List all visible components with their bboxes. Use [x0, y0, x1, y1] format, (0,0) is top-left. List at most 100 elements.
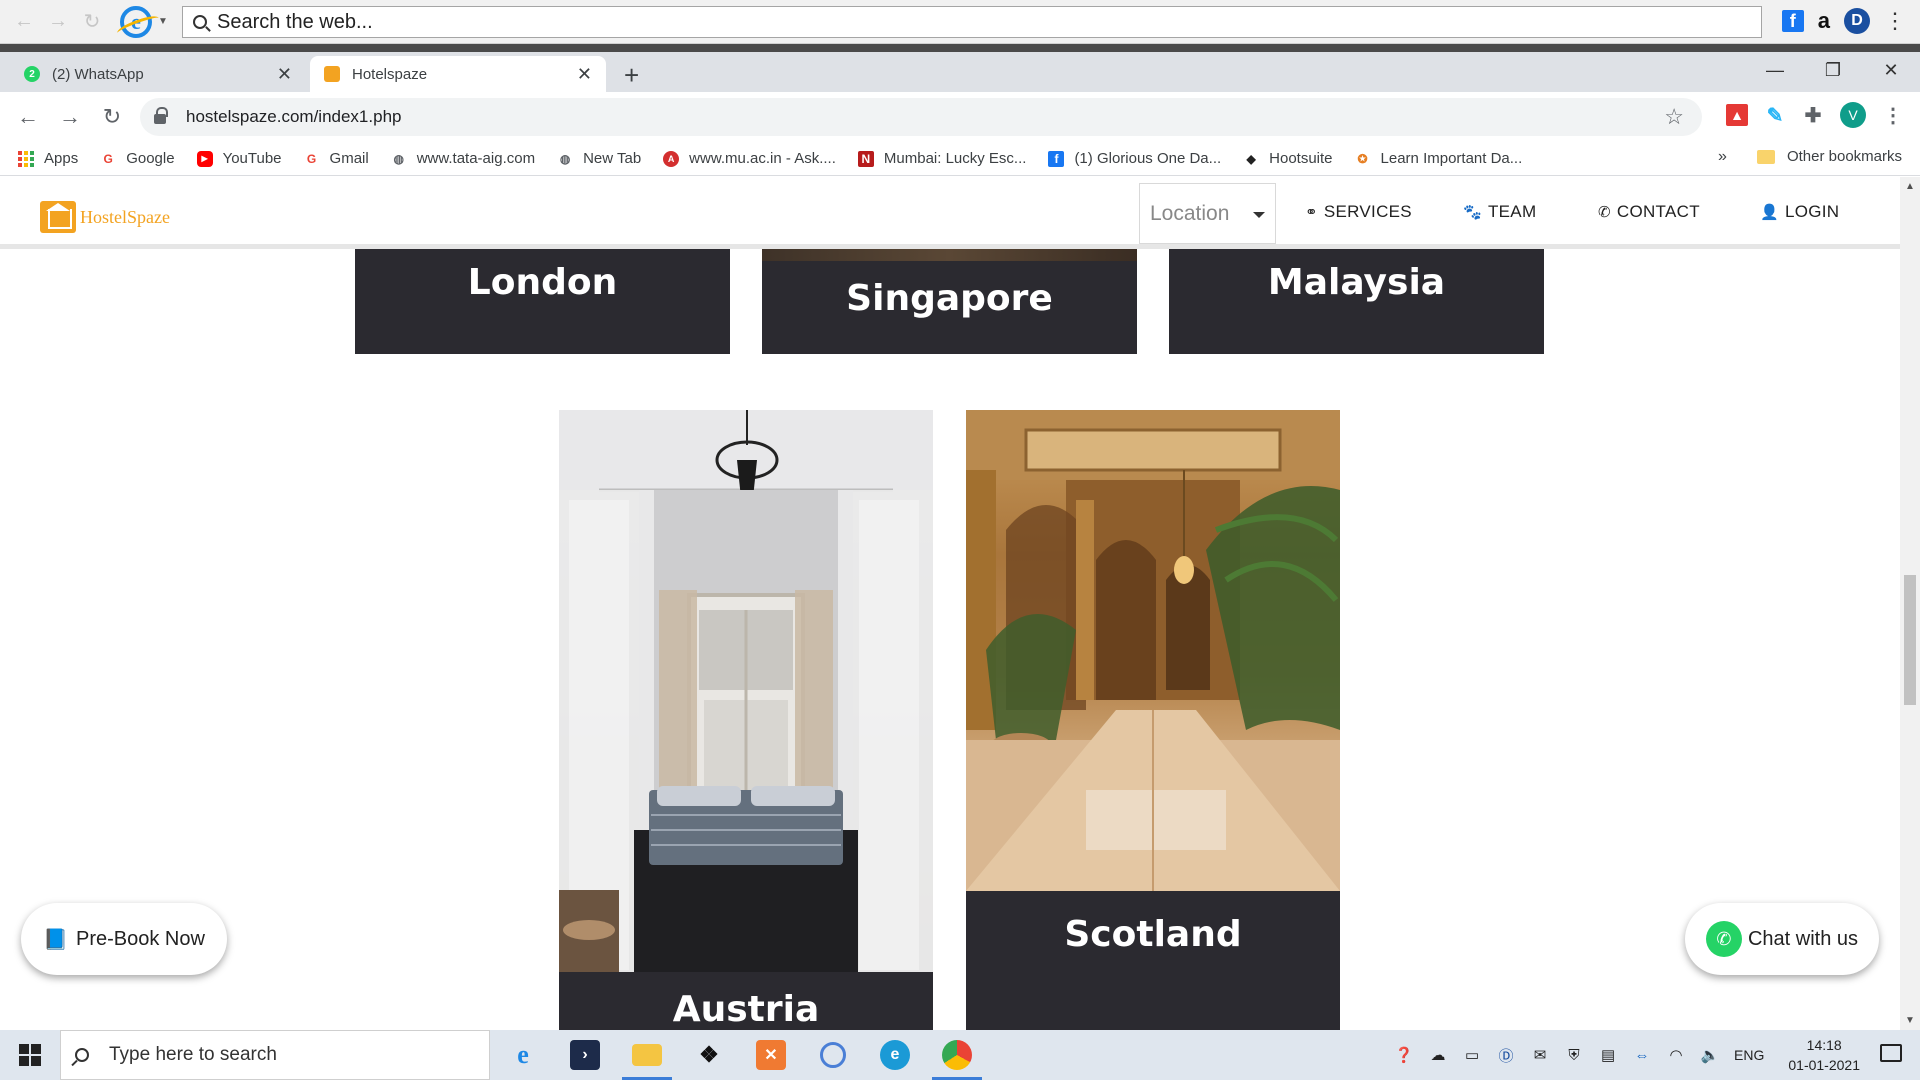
destination-card-malaysia[interactable]: Malaysia — [1169, 242, 1544, 354]
bookmark-label: YouTube — [222, 150, 282, 167]
bookmarks-overflow-icon[interactable]: » — [1718, 148, 1727, 166]
more-menu-icon[interactable]: ⋮ — [1884, 8, 1906, 34]
nav-services[interactable]: ⚭ SERVICES — [1305, 202, 1412, 222]
bookmarks-bar: Apps G Google ▶ YouTube G Gmail ◍ www.ta… — [0, 142, 1920, 176]
handshake-icon: ⚭ — [1305, 204, 1318, 221]
taskbar-search-input[interactable]: Type here to search — [60, 1030, 490, 1080]
destination-card-singapore[interactable]: Singapore — [762, 261, 1137, 354]
battery-icon[interactable]: ▭ — [1462, 1045, 1482, 1065]
tab-whatsapp[interactable]: 2 (2) WhatsApp ✕ — [10, 56, 306, 92]
lock-icon — [154, 107, 168, 124]
back-arrow-icon[interactable]: ← — [14, 10, 34, 33]
mail-icon[interactable]: ✉ — [1530, 1045, 1550, 1065]
taskbar-chrome[interactable] — [926, 1030, 988, 1080]
search-icon — [193, 15, 207, 29]
bookmark-gmail[interactable]: G Gmail — [304, 150, 369, 167]
notification-center-icon[interactable] — [1880, 1044, 1902, 1062]
bookmark-google[interactable]: G Google — [100, 150, 175, 167]
profile-avatar[interactable]: V — [1840, 102, 1866, 128]
forward-arrow-icon[interactable]: → — [48, 10, 68, 33]
minimize-icon[interactable]: — — [1746, 52, 1804, 88]
restore-icon[interactable]: ❐ — [1804, 52, 1862, 88]
nav-team[interactable]: 🐾 TEAM — [1463, 202, 1536, 222]
n-icon: N — [857, 150, 874, 167]
forward-arrow-icon[interactable]: → — [58, 104, 82, 130]
security-icon[interactable]: ⛨ — [1564, 1045, 1584, 1065]
window-close-icon[interactable]: ✕ — [1862, 52, 1920, 88]
nav-login[interactable]: 👤 LOGIN — [1760, 202, 1839, 222]
card-title: London — [467, 262, 618, 303]
taskbar-file-explorer[interactable] — [616, 1030, 678, 1080]
search-icon — [75, 1048, 89, 1062]
adobe-extension-icon[interactable]: ▲ — [1726, 104, 1748, 126]
other-bookmarks[interactable]: Other bookmarks — [1756, 148, 1902, 165]
scroll-down-icon[interactable]: ▼ — [1905, 1015, 1915, 1026]
nav-contact[interactable]: ✆ CONTACT — [1598, 202, 1700, 222]
bookmark-learn-important[interactable]: ✪ Learn Important Da... — [1355, 150, 1523, 167]
location-select-value: Location — [1150, 201, 1230, 225]
facebook-icon[interactable]: f — [1781, 10, 1804, 32]
page-scrollbar[interactable]: ▲ ▼ — [1900, 177, 1920, 1030]
destination-card-scotland[interactable]: Scotland — [966, 891, 1340, 1030]
close-icon[interactable]: ✕ — [577, 64, 592, 85]
bookmark-label: Learn Important Da... — [1380, 150, 1523, 167]
start-button[interactable] — [0, 1030, 60, 1080]
tab-hotelspaze[interactable]: Hotelspaze ✕ — [310, 56, 606, 92]
dashlane-tray-icon[interactable]: Ⓓ — [1496, 1045, 1516, 1065]
logo-text: HostelSpaze — [80, 206, 170, 227]
scroll-up-icon[interactable]: ▲ — [1905, 181, 1915, 192]
bookmark-new-tab[interactable]: ◍ New Tab — [557, 150, 641, 167]
destination-card-austria[interactable]: Austria — [559, 972, 933, 1030]
bookmark-star-icon[interactable]: ☆ — [1664, 104, 1684, 130]
destination-card-london[interactable]: London — [355, 242, 730, 354]
dashlane-icon[interactable]: D — [1844, 8, 1870, 34]
paw-icon: 🐾 — [1463, 204, 1482, 221]
refresh-icon[interactable]: ↻ — [82, 9, 102, 34]
bookmark-mumbai-lucky[interactable]: N Mumbai: Lucky Esc... — [857, 150, 1026, 167]
scroll-thumb[interactable] — [1904, 575, 1916, 705]
cloud-icon[interactable]: ☁ — [1428, 1045, 1448, 1065]
display-icon[interactable]: ▤ — [1598, 1045, 1618, 1065]
help-icon[interactable]: ❓ — [1394, 1045, 1414, 1065]
bookmark-tata-aig[interactable]: ◍ www.tata-aig.com — [391, 150, 535, 167]
taskbar-cortana[interactable] — [802, 1030, 864, 1080]
location-select[interactable]: Location — [1139, 183, 1276, 244]
close-icon[interactable]: ✕ — [277, 64, 292, 85]
volume-icon[interactable]: 🔈 — [1700, 1045, 1720, 1065]
taskbar-xampp[interactable]: ✕ — [740, 1030, 802, 1080]
ie-logo[interactable]: e ▼ — [120, 5, 168, 38]
tool-extension-icon[interactable]: ✎ — [1764, 104, 1786, 127]
web-search-input[interactable]: Search the web... — [182, 6, 1762, 38]
windows-logo-icon — [19, 1044, 41, 1066]
amazon-icon[interactable]: a — [1818, 8, 1830, 34]
tab-label: (2) WhatsApp — [52, 65, 144, 83]
extensions-puzzle-icon[interactable]: ✚ — [1802, 104, 1824, 127]
url-input[interactable]: hostelspaze.com/index1.php ☆ — [140, 98, 1702, 136]
bookmark-label: www.tata-aig.com — [416, 150, 536, 167]
bookmark-mu-ac-in[interactable]: A www.mu.ac.in - Ask.... — [663, 150, 836, 167]
language-indicator[interactable]: ENG — [1734, 1047, 1764, 1063]
taskbar-ie[interactable]: e — [492, 1030, 554, 1080]
nav-label: CONTACT — [1616, 202, 1700, 221]
teamviewer-icon[interactable]: ⇔ — [1632, 1045, 1652, 1065]
bookmark-label: Gmail — [329, 150, 369, 167]
reload-icon[interactable]: ↻ — [100, 104, 124, 130]
new-tab-icon[interactable]: + — [624, 60, 639, 91]
site-logo[interactable]: HostelSpaze — [40, 201, 170, 233]
clock[interactable]: 14:18 01-01-2021 — [1788, 1035, 1860, 1075]
bookmark-youtube[interactable]: ▶ YouTube — [196, 150, 282, 167]
bookmark-label: Apps — [44, 150, 79, 167]
chat-with-us-button[interactable]: ✆ Chat with us — [1685, 903, 1879, 975]
back-arrow-icon[interactable]: ← — [16, 104, 40, 130]
taskbar-edge[interactable]: e — [864, 1030, 926, 1080]
bookmark-glorious-one-day[interactable]: f (1) Glorious One Da... — [1048, 150, 1221, 167]
bookmark-apps[interactable]: Apps — [18, 150, 78, 167]
tab-strip: 2 (2) WhatsApp ✕ Hotelspaze ✕ + — ❐ ✕ — [0, 52, 1920, 92]
bedroom-illustration — [559, 410, 933, 972]
bookmark-hootsuite[interactable]: ◆ Hootsuite — [1243, 150, 1333, 167]
prebook-now-button[interactable]: 📘 Pre-Book Now — [21, 903, 227, 975]
chrome-menu-icon[interactable]: ⋮ — [1882, 104, 1904, 127]
taskbar-dropbox[interactable]: ❖ — [678, 1030, 740, 1080]
taskbar-powershell[interactable]: › — [554, 1030, 616, 1080]
wifi-icon[interactable]: ◠ — [1666, 1045, 1686, 1065]
